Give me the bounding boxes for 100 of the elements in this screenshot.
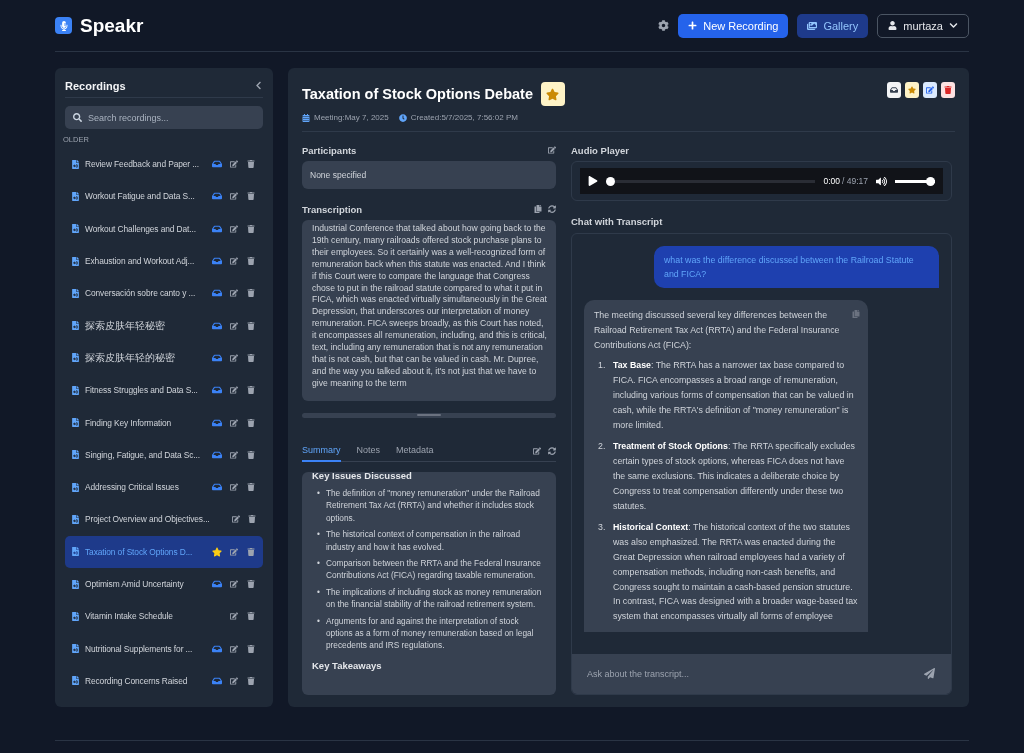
inbox-icon[interactable] <box>212 223 222 234</box>
trash-icon[interactable] <box>247 257 255 266</box>
recording-item[interactable]: Singing, Fatigue, and Data Sc... <box>65 438 263 471</box>
trash-icon[interactable] <box>247 450 255 459</box>
star-icon[interactable] <box>212 546 222 557</box>
inbox-icon[interactable] <box>212 643 222 654</box>
recording-item[interactable]: Finding Key Information <box>65 406 263 439</box>
file-audio-icon <box>71 418 80 427</box>
trash-icon[interactable] <box>247 515 256 524</box>
inbox-icon[interactable] <box>212 675 222 686</box>
recording-item[interactable]: Conversación sobre canto y ... <box>65 277 263 310</box>
recording-item[interactable]: Fitness Struggles and Data S... <box>65 374 263 407</box>
user-menu-button[interactable]: murtaza <box>877 13 969 38</box>
edit-icon[interactable] <box>231 515 240 524</box>
progress-thumb[interactable] <box>606 176 615 186</box>
edit-icon[interactable] <box>230 483 238 492</box>
trash-icon[interactable] <box>247 192 255 201</box>
recording-item[interactable]: Recording Concerns Raised <box>65 664 263 698</box>
star-button[interactable] <box>540 82 565 106</box>
logo-icon <box>55 17 72 34</box>
edit-icon[interactable] <box>230 224 238 233</box>
inbox-icon[interactable] <box>212 288 222 299</box>
edit-icon[interactable] <box>533 446 541 455</box>
inbox-icon[interactable] <box>212 482 222 493</box>
inbox-icon[interactable] <box>212 159 222 170</box>
file-audio-icon <box>71 450 80 460</box>
collapse-icon[interactable] <box>254 81 263 90</box>
recording-item[interactable]: Workout Challenges and Dat... <box>65 212 263 245</box>
file-audio-icon <box>71 547 80 557</box>
inbox-icon[interactable] <box>212 417 222 428</box>
recording-item[interactable]: 探索皮肤年轻秘密 <box>65 309 263 342</box>
tab[interactable]: Summary <box>302 439 341 462</box>
edit-icon[interactable] <box>230 257 238 266</box>
search-field[interactable]: Search recordings... <box>65 106 263 129</box>
edit-icon[interactable] <box>230 612 238 621</box>
recording-item[interactable]: Taxation of Stock Options D... <box>65 535 263 568</box>
trash-icon[interactable] <box>247 483 255 492</box>
trash-icon[interactable] <box>247 418 255 427</box>
edit-icon[interactable] <box>230 353 238 362</box>
edit-icon[interactable] <box>230 450 238 459</box>
inbox-icon[interactable] <box>212 385 222 396</box>
recording-item[interactable]: Project Overview and Objectives... <box>65 503 263 536</box>
trash-icon[interactable] <box>247 386 255 395</box>
trash-icon[interactable] <box>247 676 255 685</box>
inbox-icon[interactable] <box>212 579 222 589</box>
refresh-icon[interactable] <box>548 205 556 213</box>
trash-icon[interactable] <box>247 224 255 233</box>
edit-button[interactable] <box>923 82 937 98</box>
send-icon[interactable] <box>924 668 935 679</box>
recording-item[interactable]: Workout Fatigue and Data S... <box>65 180 263 213</box>
scrollbar[interactable] <box>302 413 556 418</box>
trash-icon[interactable] <box>247 612 255 621</box>
play-icon[interactable] <box>588 176 598 186</box>
edit-icon[interactable] <box>230 321 238 330</box>
recording-item[interactable]: 探索皮肤年轻的秘密 <box>65 341 263 375</box>
inbox-button[interactable] <box>887 82 901 98</box>
inbox-icon[interactable] <box>212 449 222 460</box>
file-audio-icon <box>71 224 80 234</box>
edit-icon[interactable] <box>230 644 238 653</box>
edit-icon[interactable] <box>230 418 238 427</box>
gallery-button[interactable]: Gallery <box>797 13 869 38</box>
recording-item[interactable]: Review Feedback and Paper ... <box>65 148 263 181</box>
chat-input-field[interactable]: Ask about the transcript... <box>572 654 951 694</box>
bullet-marker: • <box>317 585 320 599</box>
settings-icon[interactable] <box>658 20 670 31</box>
star-icon <box>908 86 916 94</box>
trash-icon[interactable] <box>247 547 255 556</box>
new-recording-button[interactable]: New Recording <box>678 13 789 38</box>
tab[interactable]: Notes <box>356 439 381 462</box>
trash-icon[interactable] <box>247 580 255 588</box>
trash-icon[interactable] <box>247 289 255 298</box>
inbox-icon[interactable] <box>212 352 222 363</box>
edit-icon[interactable] <box>230 580 238 588</box>
trash-icon[interactable] <box>247 321 255 330</box>
user-icon <box>888 21 898 30</box>
edit-icon[interactable] <box>230 192 238 201</box>
volume-icon[interactable] <box>876 175 887 187</box>
edit-icon[interactable] <box>230 547 238 556</box>
participants-label: Participants <box>302 144 358 156</box>
copy-icon[interactable] <box>534 205 542 213</box>
recording-item[interactable]: Addressing Critical Issues <box>65 470 263 504</box>
refresh-icon[interactable] <box>548 446 556 455</box>
file-audio-icon <box>71 288 80 298</box>
edit-icon[interactable] <box>548 146 556 154</box>
edit-icon[interactable] <box>230 289 238 298</box>
delete-button[interactable] <box>941 82 955 98</box>
recording-item[interactable]: Exhaustion and Workout Adj... <box>65 244 263 278</box>
tab[interactable]: Metadata <box>396 439 434 462</box>
recording-item[interactable]: Vitamin Intake Schedule <box>65 600 263 633</box>
recording-item[interactable]: Nutritional Supplements for ... <box>65 632 263 665</box>
inbox-icon[interactable] <box>212 320 222 331</box>
edit-icon[interactable] <box>230 160 238 169</box>
trash-icon[interactable] <box>247 644 255 653</box>
trash-icon[interactable] <box>247 353 255 362</box>
recording-item[interactable]: Optimism Amid Uncertainty <box>65 567 263 601</box>
edit-icon[interactable] <box>230 676 238 685</box>
inbox-icon[interactable] <box>212 191 222 202</box>
inbox-icon[interactable] <box>212 256 222 267</box>
trash-icon[interactable] <box>247 160 255 169</box>
edit-icon[interactable] <box>230 386 238 395</box>
